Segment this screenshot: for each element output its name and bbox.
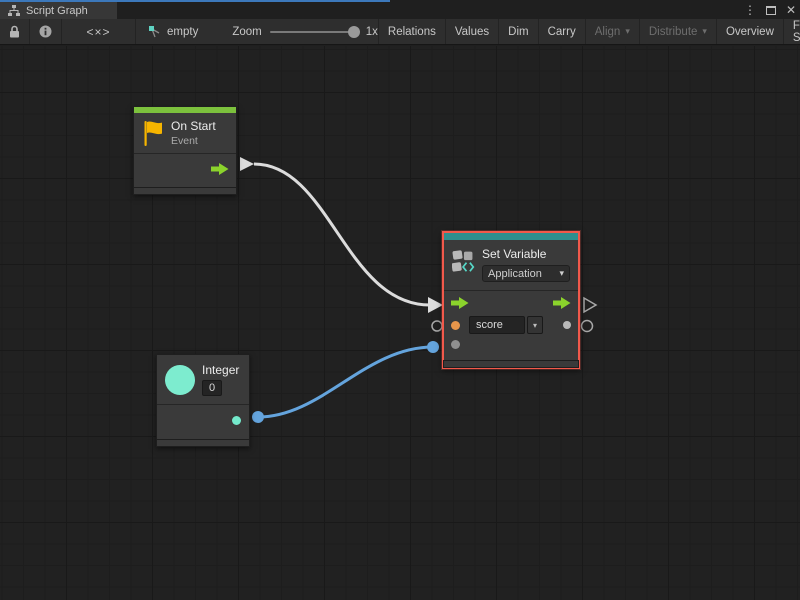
- distribute-dropdown[interactable]: Distribute ▾: [640, 19, 717, 44]
- code-icon: <×>: [86, 25, 110, 39]
- wire-layer: [0, 46, 800, 600]
- integer-output-port[interactable]: [232, 416, 241, 425]
- chevron-down-icon: ▾: [559, 268, 564, 279]
- relations-button[interactable]: Relations: [379, 19, 446, 44]
- node-integer[interactable]: Integer 0: [156, 354, 250, 447]
- flow-output-arrow-icon[interactable]: [211, 163, 229, 175]
- node-footer: [156, 439, 250, 447]
- node-title: On Start: [171, 119, 216, 133]
- graph-toolbar: <×> empty Zoom 1x Relations Values Dim C…: [0, 19, 800, 45]
- info-icon: [39, 25, 52, 38]
- value-input-port-dot[interactable]: [451, 340, 460, 349]
- node-footer: [133, 187, 237, 195]
- carry-button[interactable]: Carry: [539, 19, 586, 44]
- node-subtitle: Event: [171, 135, 216, 147]
- tab-label: Script Graph: [26, 5, 88, 17]
- wire-value[interactable]: [258, 347, 433, 417]
- node-title: Set Variable: [482, 247, 570, 261]
- overview-button[interactable]: Overview: [717, 19, 784, 44]
- node-set-variable[interactable]: Set Variable Application ▾: [442, 231, 580, 369]
- control-output-port[interactable]: [240, 157, 254, 171]
- wire-value-end-dot[interactable]: [427, 341, 439, 353]
- lock-button[interactable]: [0, 19, 30, 44]
- wire-value-start-dot[interactable]: [252, 411, 264, 423]
- fullscreen-button[interactable]: Full Screen: [784, 19, 800, 44]
- control-exit-port[interactable]: [584, 298, 596, 312]
- graph-hierarchy-icon: [8, 5, 20, 16]
- tab-script-graph[interactable]: Script Graph: [0, 2, 117, 19]
- variable-name-field[interactable]: score: [469, 316, 525, 334]
- nest-graph-icon: [148, 25, 162, 39]
- value-output-port[interactable]: [582, 321, 593, 332]
- chevron-down-icon: ▾: [702, 26, 707, 37]
- breadcrumb-label: empty: [167, 26, 198, 38]
- wire-control[interactable]: [254, 164, 430, 305]
- close-icon[interactable]: ✕: [786, 2, 796, 18]
- output-value-port[interactable]: [563, 321, 571, 329]
- lock-icon: [9, 25, 20, 38]
- window-menu-icon[interactable]: ⋮: [744, 2, 756, 18]
- set-variable-icon: [452, 247, 475, 275]
- flow-output-arrow-icon[interactable]: [553, 297, 571, 309]
- chevron-down-icon: ▾: [533, 321, 537, 330]
- variable-scope-dropdown[interactable]: Application ▾: [482, 265, 570, 282]
- name-input-port[interactable]: [451, 321, 460, 330]
- wire-control-arrowhead: [428, 297, 443, 313]
- zoom-slider-handle[interactable]: [348, 26, 360, 38]
- integer-icon: [165, 365, 195, 395]
- flow-input-arrow-icon[interactable]: [451, 297, 469, 309]
- chevron-down-icon: ▾: [625, 26, 630, 37]
- graph-breadcrumb[interactable]: empty: [148, 25, 198, 39]
- node-footer: [443, 360, 579, 368]
- variable-name-dropdown-button[interactable]: ▾: [527, 316, 543, 334]
- align-dropdown[interactable]: Align ▾: [586, 19, 640, 44]
- code-preview-button[interactable]: <×>: [62, 19, 136, 44]
- node-on-start[interactable]: On Start Event: [133, 106, 237, 195]
- maximize-icon[interactable]: [766, 6, 776, 15]
- titlebar: Script Graph ⋮ ✕: [0, 0, 800, 19]
- values-button[interactable]: Values: [446, 19, 499, 44]
- scope-label: Application: [488, 268, 542, 280]
- node-title: Integer: [202, 363, 239, 377]
- value-input-port[interactable]: [432, 321, 442, 331]
- integer-value-field[interactable]: 0: [202, 380, 222, 396]
- inspect-button[interactable]: [30, 19, 62, 44]
- zoom-slider[interactable]: [270, 31, 358, 33]
- dim-button[interactable]: Dim: [499, 19, 538, 44]
- variable-accent-stripe: [444, 233, 578, 240]
- graph-canvas[interactable]: On Start Event Set Variable Appli: [0, 46, 800, 600]
- zoom-value: 1x: [366, 26, 378, 38]
- flag-icon: [142, 120, 164, 147]
- zoom-label: Zoom: [232, 26, 261, 38]
